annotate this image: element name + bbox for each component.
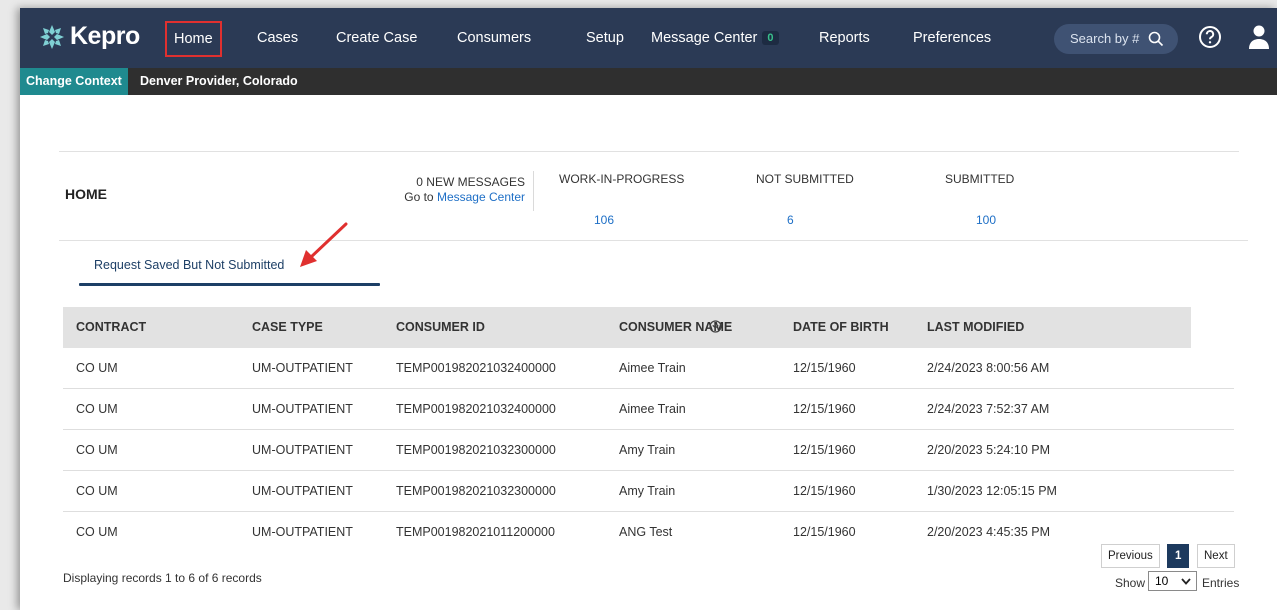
- cell-contract: CO UM: [76, 525, 118, 539]
- stat-submitted-label: SUBMITTED: [945, 172, 1015, 186]
- stat-work-in-progress-value[interactable]: 106: [594, 213, 614, 227]
- cell-consumer-id: TEMP001982021011200000: [396, 525, 555, 539]
- cell-case-type: UM-OUTPATIENT: [252, 525, 353, 539]
- stats-separator: [533, 171, 534, 211]
- annotation-arrow-icon: [300, 222, 348, 267]
- cell-last-modified: 2/24/2023 7:52:37 AM: [927, 402, 1050, 416]
- cell-last-modified: 2/24/2023 8:00:56 AM: [927, 361, 1050, 375]
- cell-contract: CO UM: [76, 361, 118, 375]
- cell-date-of-birth: 12/15/1960: [793, 361, 856, 375]
- column-date-of-birth[interactable]: DATE OF BIRTH: [793, 320, 889, 334]
- page-1-button[interactable]: 1: [1167, 544, 1190, 568]
- nav-message-center[interactable]: Message Center 0: [651, 30, 779, 46]
- cell-consumer-id: TEMP001982021032300000: [396, 443, 556, 457]
- message-count-badge: 0: [762, 31, 779, 45]
- cell-consumer-name: Aimee Train: [619, 361, 686, 375]
- cell-consumer-name: Amy Train: [619, 484, 676, 498]
- stat-not-submitted-value[interactable]: 6: [787, 213, 794, 227]
- kepro-logo[interactable]: Kepro: [38, 22, 140, 51]
- cell-date-of-birth: 12/15/1960: [793, 402, 856, 416]
- messages-summary: 0 NEW MESSAGES Go to Message Center: [380, 175, 525, 205]
- cell-consumer-id: TEMP001982021032400000: [396, 402, 556, 416]
- stat-not-submitted-label: NOT SUBMITTED: [756, 172, 854, 186]
- cell-case-type: UM-OUTPATIENT: [252, 443, 353, 457]
- search-input[interactable]: Search by #: [1054, 24, 1178, 54]
- divider-top: [59, 151, 1239, 152]
- chevron-down-icon: [1181, 578, 1191, 585]
- search-icon[interactable]: [1148, 31, 1164, 47]
- top-navbar: Kepro Home Cases Create Case Consumers S…: [20, 8, 1277, 68]
- cell-last-modified: 2/20/2023 4:45:35 PM: [927, 525, 1051, 539]
- column-case-type[interactable]: CASE TYPE: [252, 320, 323, 334]
- brand-name: Kepro: [70, 22, 140, 50]
- page-size-value: 10: [1155, 574, 1169, 588]
- app-window: Kepro Home Cases Create Case Consumers S…: [20, 8, 1277, 610]
- stat-submitted-value[interactable]: 100: [976, 213, 996, 227]
- kepro-logo-icon: [40, 24, 64, 49]
- table-row[interactable]: CO UM UM-OUTPATIENT TEMP0019820210323000…: [63, 430, 1234, 471]
- cell-consumer-name: ANG Test: [619, 525, 673, 539]
- table-row[interactable]: CO UM UM-OUTPATIENT TEMP0019820210324000…: [63, 389, 1234, 430]
- cell-date-of-birth: 12/15/1960: [793, 525, 856, 539]
- help-icon[interactable]: [1198, 25, 1222, 49]
- nav-create-case[interactable]: Create Case: [336, 30, 417, 46]
- records-summary: Displaying records 1 to 6 of 6 records: [63, 571, 262, 585]
- cell-contract: CO UM: [76, 443, 118, 457]
- cell-consumer-name: Aimee Train: [619, 402, 686, 416]
- page-title: HOME: [65, 186, 107, 202]
- nav-reports[interactable]: Reports: [819, 30, 870, 46]
- cell-date-of-birth: 12/15/1960: [793, 484, 856, 498]
- show-label: Show: [1115, 576, 1146, 590]
- cell-case-type: UM-OUTPATIENT: [252, 361, 353, 375]
- cell-last-modified: 1/30/2023 12:05:15 PM: [927, 484, 1057, 498]
- previous-page-button[interactable]: Previous: [1101, 544, 1160, 568]
- entries-label: Entries: [1202, 576, 1240, 590]
- change-context-button[interactable]: Change Context: [20, 68, 128, 95]
- nav-setup[interactable]: Setup: [586, 30, 624, 46]
- nav-home[interactable]: Home: [165, 21, 222, 57]
- stat-work-in-progress-label: WORK-IN-PROGRESS: [559, 172, 685, 186]
- goto-message-center: Go to Message Center: [380, 190, 525, 205]
- message-center-link[interactable]: Message Center: [437, 190, 525, 204]
- context-bar: Change Context Denver Provider, Colorado: [20, 68, 1277, 95]
- user-icon[interactable]: [1248, 24, 1270, 50]
- cell-consumer-id: TEMP001982021032400000: [396, 361, 556, 375]
- page-size-select[interactable]: 10: [1148, 571, 1197, 591]
- cell-contract: CO UM: [76, 402, 118, 416]
- goto-prefix: Go to: [404, 190, 434, 204]
- cell-consumer-name: Amy Train: [619, 443, 676, 457]
- nav-cases[interactable]: Cases: [257, 30, 298, 46]
- sort-chevron-icon[interactable]: [709, 320, 722, 333]
- cell-consumer-id: TEMP001982021032300000: [396, 484, 556, 498]
- tab-request-saved-not-submitted[interactable]: Request Saved But Not Submitted: [94, 258, 284, 272]
- nav-consumers[interactable]: Consumers: [457, 30, 531, 46]
- cell-last-modified: 2/20/2023 5:24:10 PM: [927, 443, 1051, 457]
- search-placeholder: Search by #: [1070, 31, 1140, 46]
- table-row[interactable]: CO UM UM-OUTPATIENT TEMP0019820210323000…: [63, 471, 1234, 512]
- next-page-button[interactable]: Next: [1197, 544, 1235, 568]
- current-provider: Denver Provider, Colorado: [140, 74, 298, 88]
- nav-preferences[interactable]: Preferences: [913, 30, 991, 46]
- nav-message-center-label: Message Center: [651, 30, 758, 46]
- cell-date-of-birth: 12/15/1960: [793, 443, 856, 457]
- active-tab-indicator: [79, 283, 380, 286]
- table-row[interactable]: CO UM UM-OUTPATIENT TEMP0019820210324000…: [63, 348, 1234, 389]
- cell-case-type: UM-OUTPATIENT: [252, 484, 353, 498]
- table-header: CONTRACT CASE TYPE CONSUMER ID CONSUMER …: [63, 307, 1191, 348]
- divider-summary: [59, 240, 1248, 241]
- table-row[interactable]: CO UM UM-OUTPATIENT TEMP0019820210112000…: [63, 512, 1234, 553]
- new-messages-count: 0 NEW MESSAGES: [416, 175, 525, 189]
- column-contract[interactable]: CONTRACT: [76, 320, 146, 334]
- column-last-modified[interactable]: LAST MODIFIED: [927, 320, 1024, 334]
- cell-contract: CO UM: [76, 484, 118, 498]
- column-consumer-id[interactable]: CONSUMER ID: [396, 320, 485, 334]
- cell-case-type: UM-OUTPATIENT: [252, 402, 353, 416]
